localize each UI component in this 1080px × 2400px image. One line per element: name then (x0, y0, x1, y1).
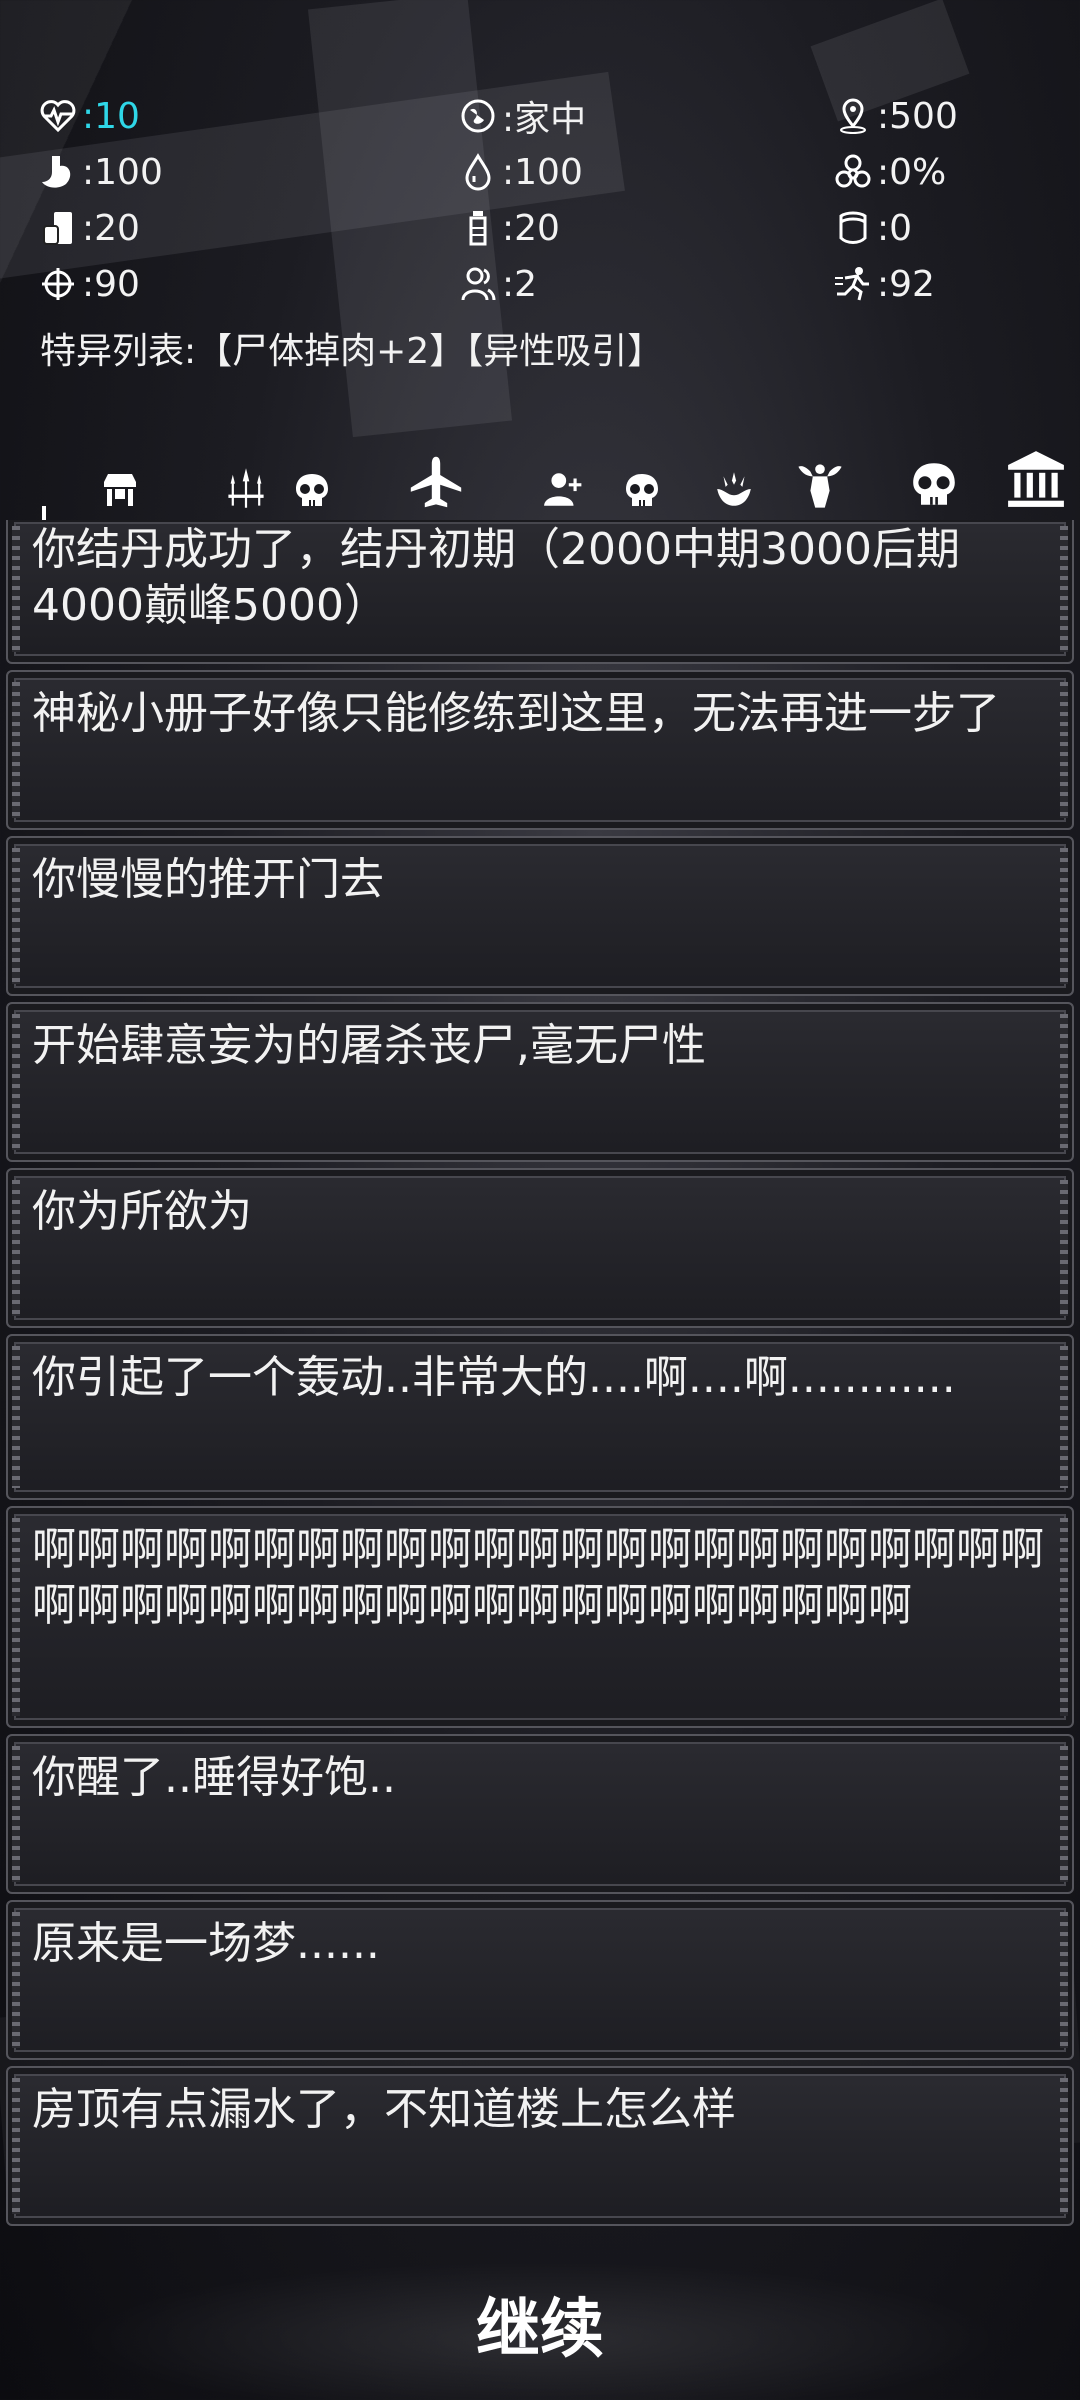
group-icon (456, 262, 500, 306)
traits-list: 特异列表:【尸体掉肉+2】【异性吸引】 (40, 331, 664, 372)
food-can-icon (36, 206, 80, 250)
stat-companions: :2 (456, 262, 831, 306)
armor-icon (831, 206, 875, 250)
location-value: :家中 (502, 99, 587, 140)
message-card: 神秘小册子好像只能修练到这里，无法再进一步了 (6, 670, 1074, 830)
globe-pin-icon (456, 94, 500, 138)
message-card: 你为所欲为 (6, 1168, 1074, 1328)
message-text: 啊啊啊啊啊啊啊啊啊啊啊啊啊啊啊啊啊啊啊啊啊啊啊啊啊啊啊啊啊啊啊啊啊啊啊啊啊啊啊啊… (32, 1524, 1044, 1631)
agility-value: :92 (877, 263, 935, 305)
message-text: 你醒了..睡得好饱.. (32, 1752, 396, 1803)
message-log[interactable]: 你结丹成功了，结丹初期（2000中期3000后期4000巅峰5000） 神秘小册… (6, 520, 1074, 2242)
bank-icon[interactable] (1004, 448, 1068, 510)
message-text: 你结丹成功了，结丹初期（2000中期3000后期4000巅峰5000） (32, 524, 960, 631)
message-card: 开始肆意妄为的屠杀丧尸,毫无尸性 (6, 1002, 1074, 1162)
lotus-hand-icon[interactable] (710, 464, 758, 510)
message-card: 你引起了一个轰动..非常大的....啊....啊............ (6, 1334, 1074, 1500)
stat-distance: :500 (831, 94, 1031, 138)
thirst-value: :100 (502, 151, 583, 193)
skull-icon[interactable] (290, 466, 334, 510)
health-value: :10 (82, 95, 140, 137)
message-text: 原来是一场梦...... (32, 1918, 380, 1969)
hunger-value: :100 (82, 151, 163, 193)
stat-health: :10 (36, 94, 456, 138)
message-card: 房顶有点漏水了，不知道楼上怎么样 (6, 2066, 1074, 2226)
stat-thirst: :100 (456, 150, 831, 194)
skull-icon[interactable] (906, 458, 962, 510)
add-person-icon[interactable] (540, 466, 586, 510)
stat-food: :20 (36, 206, 456, 250)
airplane-icon[interactable] (406, 450, 466, 510)
stat-location: :家中 (456, 90, 831, 142)
muscle-icon[interactable] (790, 460, 850, 510)
scroll-indicator (42, 506, 46, 520)
distance-value: :500 (877, 95, 958, 137)
message-card: 你醒了..睡得好饱.. (6, 1734, 1074, 1894)
message-text: 开始肆意妄为的屠杀丧尸,毫无尸性 (32, 1020, 706, 1071)
shop-icon[interactable] (96, 462, 144, 510)
bottle-icon (456, 206, 500, 250)
map-pin-icon (831, 94, 875, 138)
top-nav-bar (0, 440, 1080, 510)
message-text: 房顶有点漏水了，不知道楼上怎么样 (32, 2084, 736, 2135)
stat-agility: :92 (831, 262, 1031, 306)
stat-defense: :0 (831, 206, 1031, 250)
heart-pulse-icon (36, 94, 80, 138)
water-value: :20 (502, 207, 560, 249)
stomach-icon (36, 150, 80, 194)
defense-value: :0 (877, 207, 913, 249)
message-text: 神秘小册子好像只能修练到这里，无法再进一步了 (32, 688, 1000, 739)
accuracy-value: :90 (82, 263, 140, 305)
skull-icon[interactable] (620, 466, 664, 510)
stat-accuracy: :90 (36, 262, 456, 306)
crosshair-icon (36, 262, 80, 306)
stat-hunger: :100 (36, 150, 456, 194)
message-card: 你结丹成功了，结丹初期（2000中期3000后期4000巅峰5000） (6, 520, 1074, 664)
weapons-icon[interactable] (222, 460, 270, 510)
stats-panel: :10 :家中 :500 :100 :100:0%:20:20:0:9… (36, 88, 1046, 374)
message-card: 原来是一场梦...... (6, 1900, 1074, 2060)
message-card: 你慢慢的推开门去 (6, 836, 1074, 996)
message-card: 啊啊啊啊啊啊啊啊啊啊啊啊啊啊啊啊啊啊啊啊啊啊啊啊啊啊啊啊啊啊啊啊啊啊啊啊啊啊啊啊… (6, 1506, 1074, 1728)
continue-button[interactable]: 继续 (0, 2248, 1080, 2400)
stat-water: :20 (456, 206, 831, 250)
food-value: :20 (82, 207, 140, 249)
message-text: 你为所欲为 (32, 1186, 252, 1237)
companions-value: :2 (502, 263, 538, 305)
water-drop-icon (456, 150, 500, 194)
running-icon (831, 262, 875, 306)
biohazard-icon (831, 150, 875, 194)
message-text: 你引起了一个轰动..非常大的....啊....啊............ (32, 1352, 956, 1403)
stat-infection: :0% (831, 150, 1031, 194)
infection-value: :0% (877, 151, 947, 193)
message-text: 你慢慢的推开门去 (32, 854, 384, 905)
